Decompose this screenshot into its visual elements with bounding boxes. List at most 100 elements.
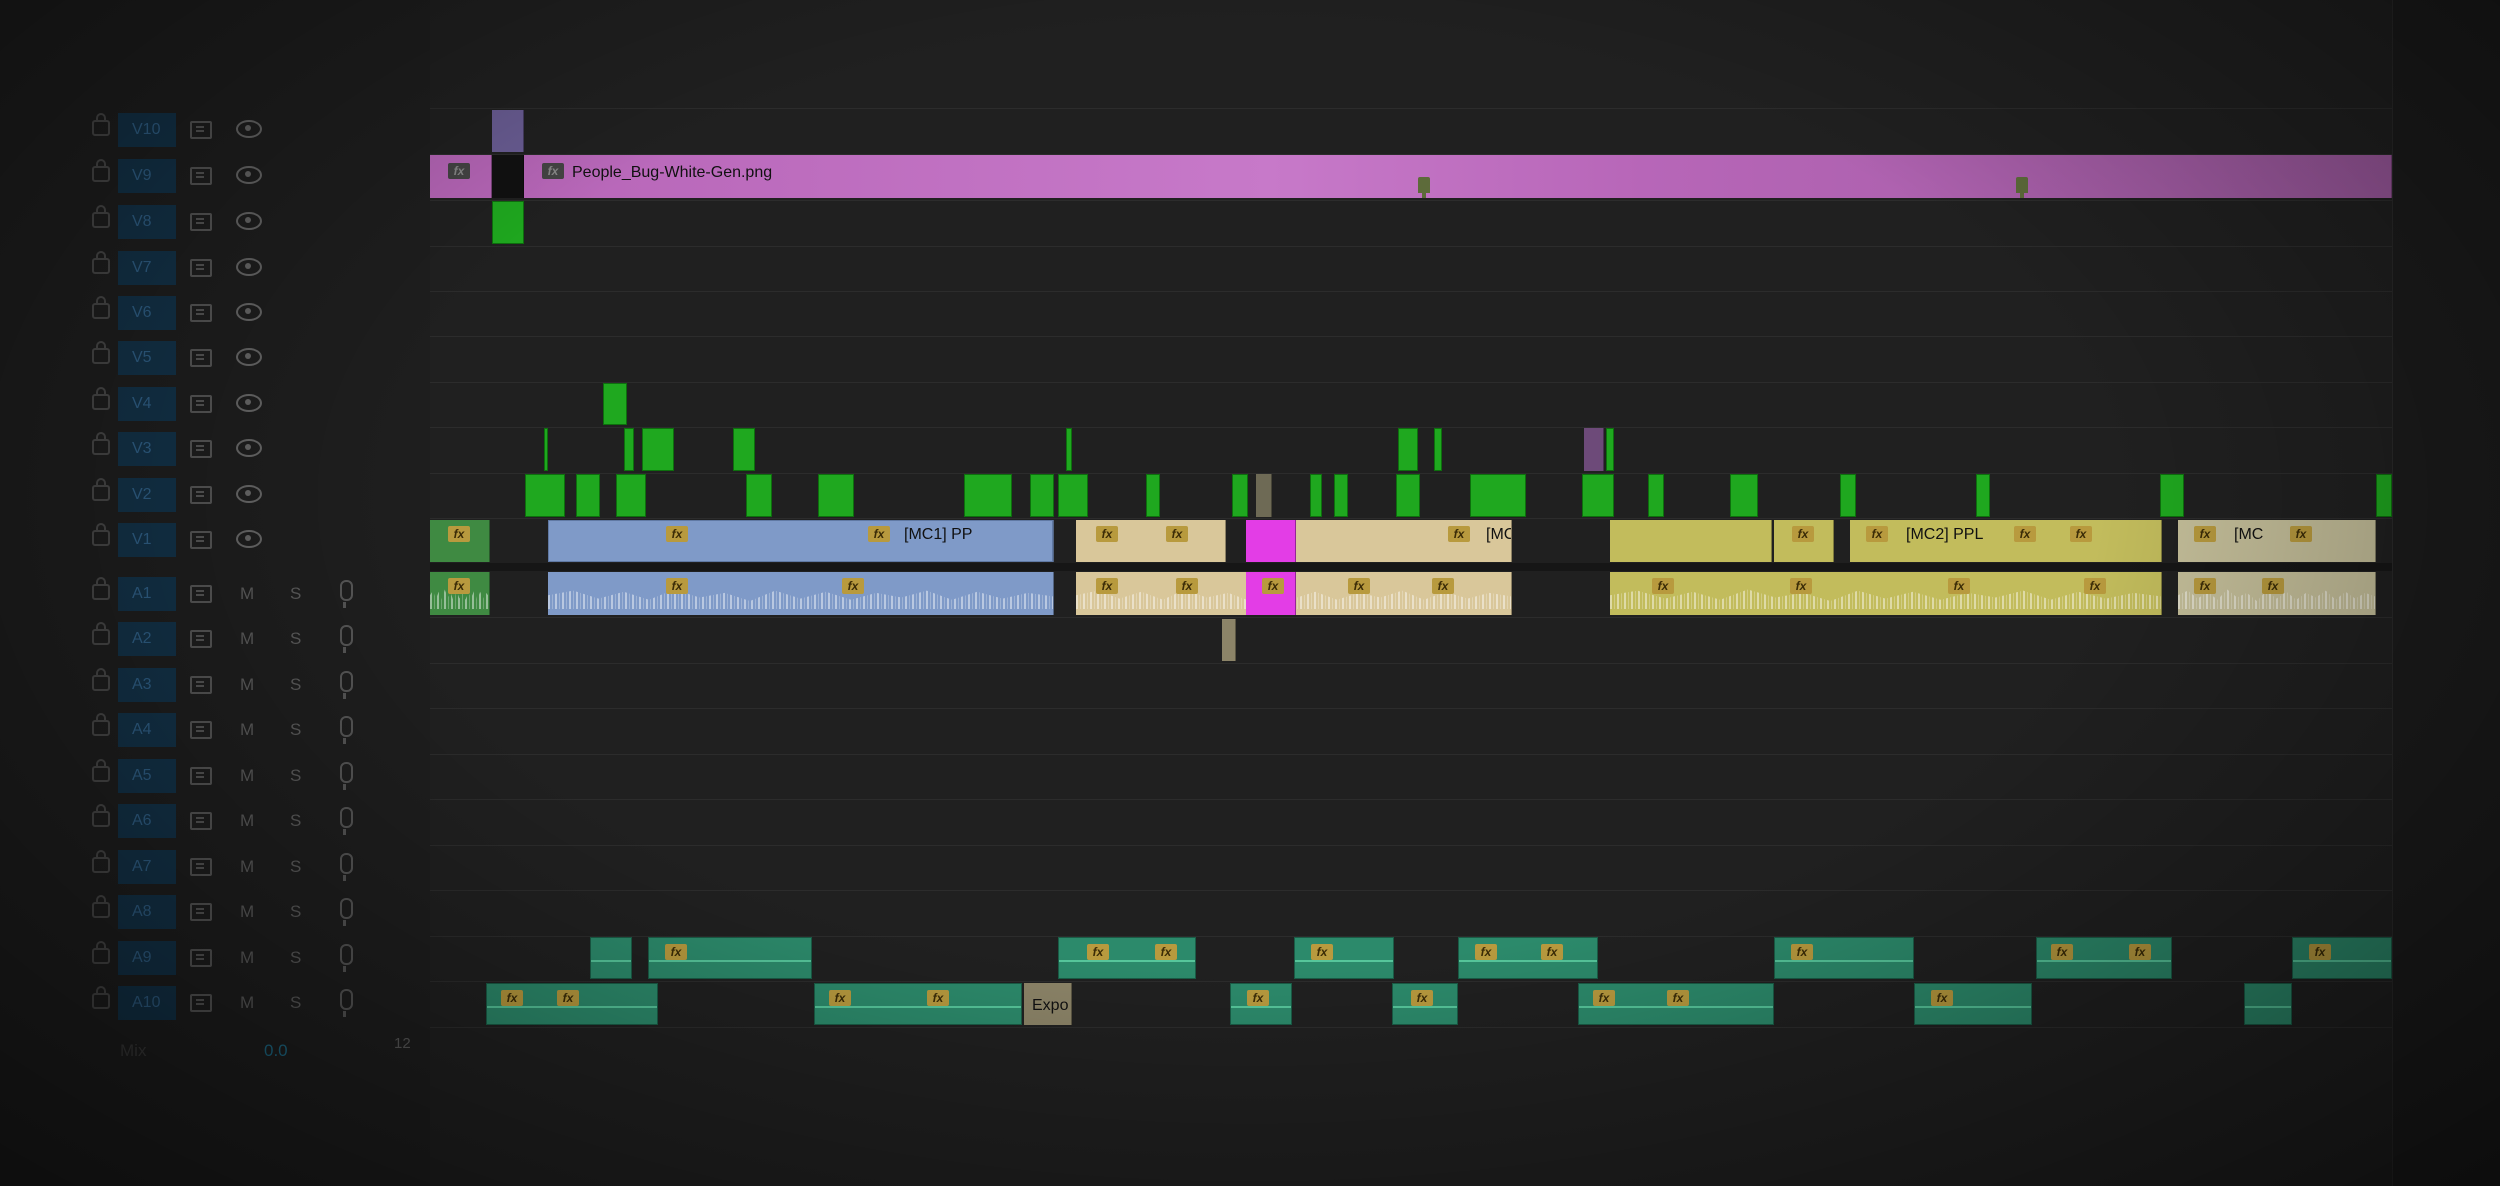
clip-v1-intro[interactable]: fx — [430, 520, 490, 562]
fx-badge[interactable]: fx — [1247, 990, 1269, 1006]
mute-button[interactable]: M — [240, 766, 254, 786]
lock-icon[interactable] — [92, 986, 110, 1009]
fx-badge[interactable]: fx — [2309, 944, 2331, 960]
track-header-a7[interactable]: A7 M S — [0, 845, 430, 890]
track-header-v1[interactable]: V1 — [0, 518, 430, 563]
sync-lock-icon[interactable] — [190, 676, 212, 694]
fx-badge[interactable]: fx — [1667, 990, 1689, 1006]
lock-icon[interactable] — [92, 205, 110, 228]
fx-badge[interactable]: fx — [1096, 526, 1118, 542]
microphone-icon[interactable] — [340, 625, 353, 653]
sync-lock-icon[interactable] — [190, 949, 212, 967]
eye-icon[interactable] — [236, 303, 262, 321]
track-header-v2[interactable]: V2 — [0, 473, 430, 518]
clip-v3[interactable] — [1606, 428, 1614, 471]
sync-lock-icon[interactable] — [190, 858, 212, 876]
mute-button[interactable]: M — [240, 629, 254, 649]
music-clip-a10[interactable]: fx fx — [486, 983, 658, 1025]
clip-v2[interactable] — [1730, 474, 1758, 517]
sync-lock-icon[interactable] — [190, 585, 212, 603]
music-clip-a9[interactable] — [590, 937, 632, 979]
track-header-a3[interactable]: A3 M S — [0, 663, 430, 708]
sync-lock-icon[interactable] — [190, 259, 212, 277]
track-header-a2[interactable]: A2 M S — [0, 617, 430, 662]
microphone-icon[interactable] — [340, 716, 353, 744]
music-clip-a9[interactable]: fx — [1774, 937, 1914, 979]
fx-badge[interactable]: fx — [666, 578, 688, 594]
audio-clip-a2[interactable] — [1222, 619, 1236, 661]
fx-badge[interactable]: fx — [1096, 578, 1118, 594]
track-header-v10[interactable]: V10 — [0, 108, 430, 153]
fx-badge[interactable]: fx — [2290, 526, 2312, 542]
clip-v4[interactable] — [603, 383, 627, 425]
clip-v2[interactable] — [1256, 474, 1272, 517]
clip-v3[interactable] — [1584, 428, 1604, 471]
music-clip-a9[interactable]: fx fx — [1458, 937, 1598, 979]
microphone-icon[interactable] — [340, 944, 353, 972]
microphone-icon[interactable] — [340, 807, 353, 835]
music-clip-a9[interactable]: fx fx — [1058, 937, 1196, 979]
music-clip-a10[interactable]: fx — [1914, 983, 2032, 1025]
solo-button[interactable]: S — [290, 675, 301, 695]
fx-badge[interactable]: fx — [501, 990, 523, 1006]
sync-lock-icon[interactable] — [190, 994, 212, 1012]
audio-clip-a1[interactable]: fx — [430, 572, 490, 615]
clip-v2[interactable] — [1030, 474, 1054, 517]
track-header-v6[interactable]: V6 — [0, 291, 430, 336]
music-clip-a10[interactable]: fx — [1392, 983, 1458, 1025]
mute-button[interactable]: M — [240, 857, 254, 877]
fx-badge[interactable]: fx — [1432, 578, 1454, 594]
fx-badge[interactable]: fx — [2194, 526, 2216, 542]
lock-icon[interactable] — [92, 296, 110, 319]
eye-icon[interactable] — [236, 530, 262, 548]
clip-v2[interactable] — [525, 474, 565, 517]
eye-icon[interactable] — [236, 348, 262, 366]
lock-icon[interactable] — [92, 941, 110, 964]
fx-badge[interactable]: fx — [2194, 578, 2216, 594]
music-clip-a9[interactable]: fx fx — [2036, 937, 2172, 979]
clip-v1-adjustment[interactable] — [1246, 520, 1296, 562]
music-clip-a9[interactable]: fx — [1294, 937, 1394, 979]
clip-v2[interactable] — [964, 474, 1012, 517]
microphone-icon[interactable] — [340, 853, 353, 881]
eye-icon[interactable] — [236, 394, 262, 412]
sync-lock-icon[interactable] — [190, 167, 212, 185]
microphone-icon[interactable] — [340, 898, 353, 926]
clip-v3[interactable] — [544, 428, 548, 471]
fx-badge[interactable]: fx — [1948, 578, 1970, 594]
solo-button[interactable]: S — [290, 720, 301, 740]
sync-lock-icon[interactable] — [190, 721, 212, 739]
track-header-a8[interactable]: A8 M S — [0, 890, 430, 935]
track-header-a9[interactable]: A9 M S — [0, 936, 430, 981]
clip-v3[interactable] — [1434, 428, 1442, 471]
music-clip-a10[interactable]: fx fx — [1578, 983, 1774, 1025]
lock-icon[interactable] — [92, 341, 110, 364]
microphone-icon[interactable] — [340, 671, 353, 699]
sync-lock-icon[interactable] — [190, 349, 212, 367]
solo-button[interactable]: S — [290, 629, 301, 649]
fx-badge[interactable]: fx — [927, 990, 949, 1006]
mute-button[interactable]: M — [240, 675, 254, 695]
clip-v1-mc-b-2[interactable]: fx [MC — [1296, 520, 1512, 562]
solo-button[interactable]: S — [290, 948, 301, 968]
fx-badge[interactable]: fx — [448, 163, 470, 179]
solo-button[interactable]: S — [290, 902, 301, 922]
fx-badge[interactable]: fx — [2129, 944, 2151, 960]
fx-badge[interactable]: fx — [1448, 526, 1470, 542]
track-header-a10[interactable]: A10 M S — [0, 981, 430, 1026]
fx-badge[interactable]: fx — [1866, 526, 1888, 542]
eye-icon[interactable] — [236, 439, 262, 457]
sync-lock-icon[interactable] — [190, 121, 212, 139]
sync-lock-icon[interactable] — [190, 395, 212, 413]
lock-icon[interactable] — [92, 523, 110, 546]
sync-lock-icon[interactable] — [190, 486, 212, 504]
eye-icon[interactable] — [236, 485, 262, 503]
clip-v1-mc1[interactable]: fx fx [MC1] PP — [548, 520, 1054, 562]
fx-badge[interactable]: fx — [557, 990, 579, 1006]
clip-v2[interactable] — [1334, 474, 1348, 517]
fx-badge[interactable]: fx — [1311, 944, 1333, 960]
track-header-v4[interactable]: V4 — [0, 382, 430, 427]
track-header-a5[interactable]: A5 M S — [0, 754, 430, 799]
solo-button[interactable]: S — [290, 766, 301, 786]
microphone-icon[interactable] — [340, 762, 353, 790]
